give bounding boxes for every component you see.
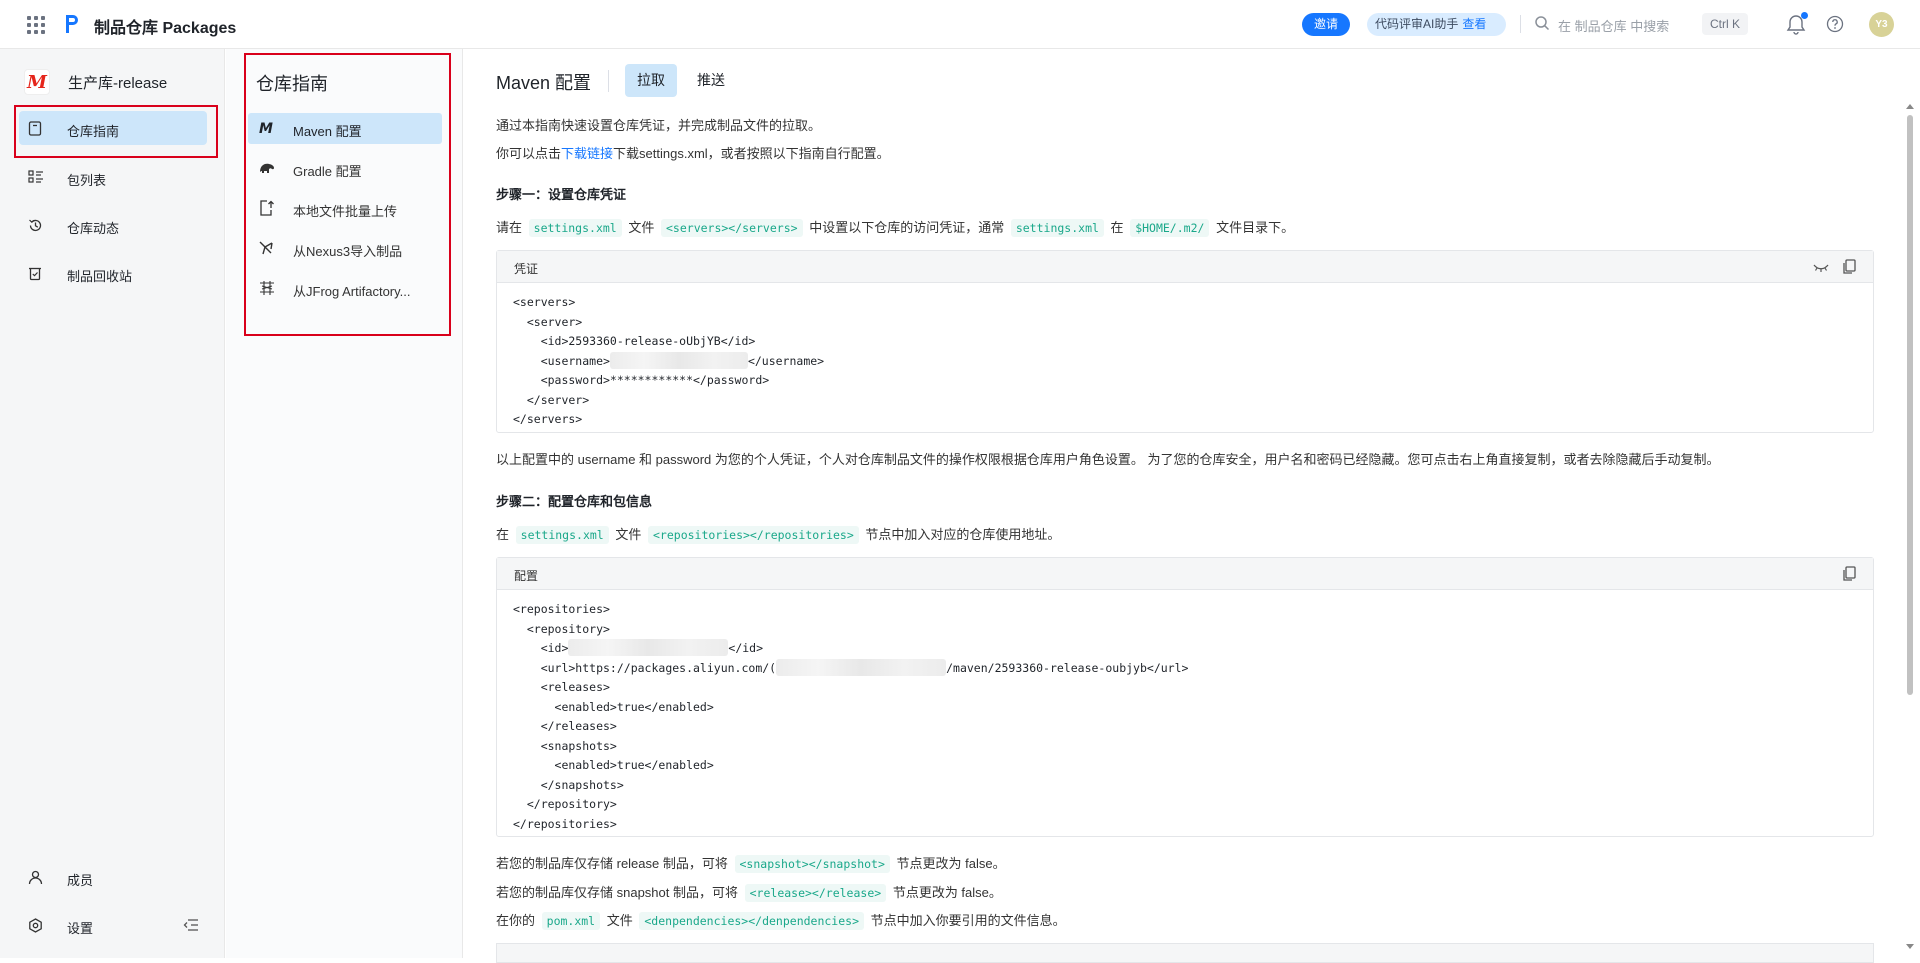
search-icon[interactable] (1534, 15, 1550, 31)
note-release: 若您的制品库仅存储 release 制品，可将 <snapshot></snap… (496, 853, 1006, 873)
page-title: Maven 配置 (496, 73, 592, 93)
text: 若您的制品库仅存储 release 制品，可将 (496, 856, 728, 871)
settings-icon (29, 918, 42, 933)
sidebar-item-label: 仓库动态 (67, 221, 120, 236)
divider (1520, 15, 1521, 33)
avatar[interactable]: Y3 (1869, 12, 1894, 37)
step2-text: 在 settings.xml 文件 <repositories></reposi… (496, 524, 1061, 544)
packages-logo-icon[interactable] (64, 13, 80, 35)
text: 文件 (628, 220, 655, 235)
notification-dot (1801, 12, 1808, 19)
sidebar-item-recycle-bin[interactable]: 制品回收站 (19, 256, 207, 290)
inline-code: settings.xml (528, 219, 622, 237)
text: 文件 (615, 527, 642, 542)
intro-text-part: 你可以点击 (496, 146, 562, 161)
text: 文件目录下。 (1216, 220, 1295, 235)
text: 节点更改为 false。 (896, 856, 1006, 871)
history-icon (29, 219, 42, 232)
download-link[interactable]: 下载链接 (561, 146, 613, 161)
inline-code: settings.xml (1010, 219, 1104, 237)
collapse-sidebar-icon[interactable] (183, 918, 199, 932)
text: 在 (1110, 220, 1124, 235)
sidebar-item-members[interactable]: 成员 (19, 860, 207, 894)
intro-download-text: 你可以点击下载链接下载settings.xml，或者按照以下指南自行配置。 (496, 143, 890, 162)
sidebar-item-label: 制品回收站 (67, 269, 133, 284)
scroll-down-arrow[interactable] (1906, 944, 1914, 949)
config-code: <repositories> <repository> <id> </id> <u… (513, 602, 1189, 831)
top-bar: 制品仓库 Packages 邀请 代码评审AI助手 查看 在 制品仓库 中搜索 C… (0, 0, 1920, 49)
text: 中设置以下仓库的访问凭证，通常 (809, 220, 1005, 235)
text: 在 (496, 527, 510, 542)
list-icon (28, 170, 43, 183)
inline-code: $HOME/.m2/ (1130, 219, 1210, 237)
note-dependencies: 在你的 pom.xml 文件 <denpendencies></denpende… (496, 910, 1066, 930)
step2-heading: 步骤二：配置仓库和包信息 (496, 494, 653, 509)
credentials-note: 以上配置中的 username 和 password 为您的个人凭证，个人对仓库… (496, 452, 1720, 467)
code-block-header: 配置 (497, 558, 1873, 590)
tab-pull[interactable]: 拉取 (625, 64, 677, 97)
inline-code: <servers></servers> (661, 219, 803, 237)
invite-button[interactable]: 邀请 (1302, 13, 1350, 36)
redacted-id (568, 639, 729, 656)
dependencies-code-block (496, 943, 1874, 963)
inline-code: <repositories></repositories> (648, 526, 859, 544)
text: 节点中加入你要引用的文件信息。 (870, 913, 1066, 928)
copy-icon[interactable] (1842, 566, 1856, 582)
eye-off-icon[interactable] (1813, 261, 1829, 273)
text: 文件 (606, 913, 633, 928)
highlight-box (244, 53, 451, 336)
intro-text-part: 下载settings.xml，或者按照以下指南自行配置。 (613, 146, 890, 161)
ai-assistant-label: 代码评审AI助手 (1375, 17, 1459, 31)
intro-text: 通过本指南快速设置仓库凭证，并完成制品文件的拉取。 (496, 118, 822, 133)
text: 请在 (496, 220, 523, 235)
sidebar-item-settings[interactable]: 设置 (19, 908, 207, 942)
sidebar-item-label: 成员 (67, 873, 94, 888)
trash-icon (29, 267, 41, 281)
app-title[interactable]: 制品仓库 Packages (94, 14, 236, 38)
maven-repo-icon: M (24, 69, 50, 95)
text: 节点中加入对应的仓库使用地址。 (865, 527, 1061, 542)
code-block-title: 凭证 (514, 262, 539, 276)
scroll-up-arrow[interactable] (1906, 104, 1914, 109)
sidebar-item-activity[interactable]: 仓库动态 (19, 208, 207, 242)
search-input[interactable]: 在 制品仓库 中搜索 (1558, 16, 1669, 35)
ai-assistant-pill[interactable]: 代码评审AI助手 查看 (1367, 13, 1506, 36)
scrollbar-thumb[interactable] (1907, 115, 1913, 695)
sidebar-item-package-list[interactable]: 包列表 (19, 160, 207, 194)
redacted-username (609, 351, 748, 369)
inline-code: pom.xml (541, 912, 601, 930)
config-code-block: 配置 <repositories> <repository> <id> </id>… (496, 557, 1874, 837)
highlight-box (14, 105, 218, 158)
inline-code: <snapshot></snapshot> (734, 855, 890, 873)
sidebar-item-label: 包列表 (67, 173, 107, 188)
code-block-title: 配置 (514, 569, 539, 583)
ai-view-link[interactable]: 查看 (1462, 17, 1486, 31)
repo-header[interactable]: M 生产库-release (24, 69, 167, 95)
inline-code: <denpendencies></denpendencies> (639, 912, 865, 930)
divider (608, 70, 609, 92)
redacted-org (776, 658, 947, 676)
search-shortcut-badge: Ctrl K (1702, 13, 1748, 35)
repo-name: 生产库-release (68, 74, 168, 92)
sidebar-item-label: 设置 (67, 921, 94, 936)
help-icon[interactable] (1826, 15, 1844, 33)
app-grid-icon[interactable] (27, 16, 45, 34)
credentials-code-block: 凭证 <servers> <server> <id>2593360-releas… (496, 250, 1874, 433)
code-block-header: 凭证 (497, 251, 1873, 283)
text: 节点更改为 false。 (892, 885, 1002, 900)
step1-heading: 步骤一：设置仓库凭证 (496, 187, 627, 202)
inline-code: <release></release> (744, 884, 887, 902)
inline-code: settings.xml (515, 526, 609, 544)
copy-icon[interactable] (1842, 259, 1856, 275)
tab-push[interactable]: 推送 (690, 64, 732, 97)
text: 若您的制品库仅存储 snapshot 制品，可将 (496, 885, 738, 900)
text: 在你的 (496, 913, 536, 928)
step1-text: 请在 settings.xml 文件 <servers></servers> 中… (496, 217, 1295, 237)
user-icon (28, 870, 43, 885)
credentials-code: <servers> <server> <id>2593360-release-o… (513, 295, 825, 426)
note-snapshot: 若您的制品库仅存储 snapshot 制品，可将 <release></rele… (496, 882, 1002, 902)
